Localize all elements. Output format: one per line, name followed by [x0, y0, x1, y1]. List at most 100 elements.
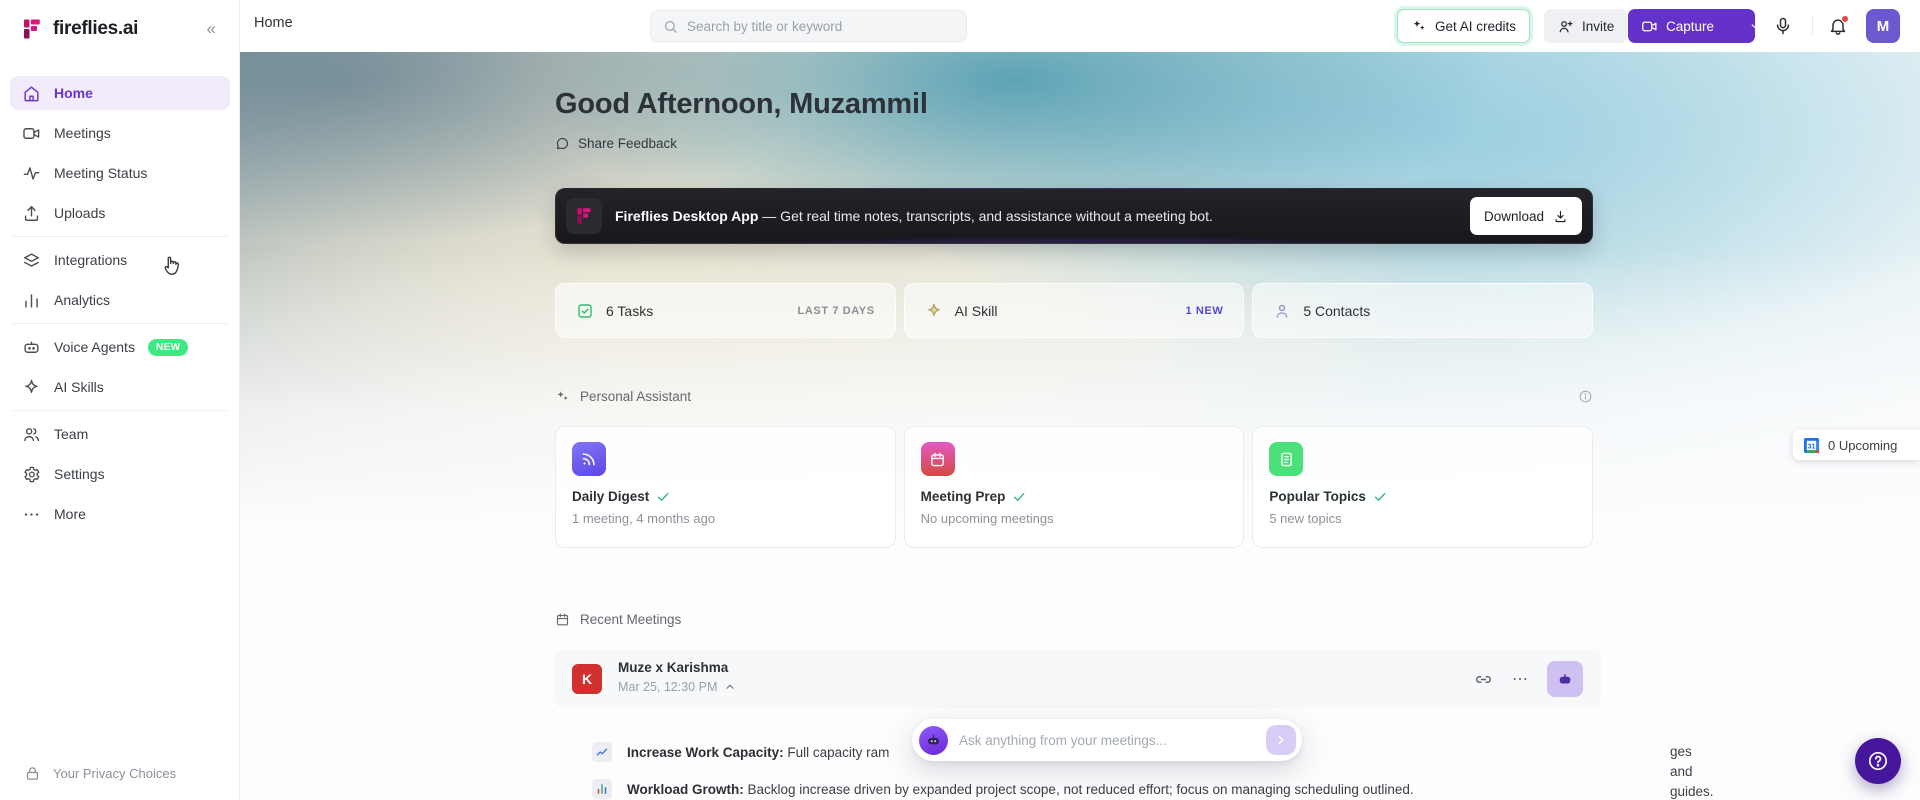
more-options-icon[interactable]	[1511, 670, 1529, 688]
share-feedback-button[interactable]: Share Feedback	[555, 136, 677, 151]
contacts-stat-label: 5 Contacts	[1303, 302, 1371, 319]
meeting-prep-card[interactable]: Meeting Prep No upcoming meetings	[903, 426, 1245, 548]
tasks-stat-label: 6 Tasks	[606, 302, 654, 319]
ai-skill-stat-card[interactable]: AI Skill 1 NEW	[903, 283, 1245, 338]
personal-assistant-header: Personal Assistant	[555, 386, 1593, 406]
download-button[interactable]: Download	[1469, 197, 1582, 235]
upcoming-label: 0 Upcoming	[1828, 437, 1898, 453]
user-avatar[interactable]: M	[1866, 9, 1900, 43]
greeting-heading: Good Afternoon, Muzammil	[555, 88, 928, 120]
search-icon	[663, 19, 678, 34]
banner-title: Fireflies Desktop App	[615, 208, 759, 224]
fireflies-logo-icon	[566, 198, 602, 234]
sidebar-item-integrations[interactable]: Integrations	[10, 243, 230, 277]
layers-icon	[22, 251, 41, 270]
download-label: Download	[1483, 208, 1544, 224]
person-icon	[1273, 302, 1291, 320]
capture-label: Capture	[1666, 18, 1715, 34]
fireflies-logo-icon	[20, 17, 44, 41]
gear-icon	[22, 465, 41, 484]
person-plus-icon	[1557, 18, 1574, 35]
ai-skill-stat-meta: 1 NEW	[1185, 304, 1224, 317]
sidebar-item-team[interactable]: Team	[10, 417, 230, 451]
rss-icon	[572, 442, 606, 476]
main-content: Good Afternoon, Muzammil Share Feedback …	[240, 52, 1920, 800]
upcoming-meetings-tab[interactable]: 31 0 Upcoming	[1793, 430, 1920, 460]
sidebar-collapse-button[interactable]: «	[207, 19, 224, 39]
get-ai-credits-label: Get AI credits	[1435, 18, 1517, 34]
pulse-icon	[22, 164, 41, 183]
get-ai-credits-button[interactable]: Get AI credits	[1397, 9, 1531, 43]
sparkle-icon	[925, 302, 943, 320]
meeting-row[interactable]: K Muze x Karishma Mar 25, 12:30 PM	[555, 650, 1601, 708]
daily-digest-card[interactable]: Daily Digest 1 meeting, 4 months ago	[555, 426, 896, 548]
ask-fred-bar[interactable]	[912, 719, 1302, 761]
bar-chart-icon	[22, 291, 41, 310]
calendar-icon	[920, 442, 955, 476]
sidebar-item-label: Meetings	[54, 125, 111, 141]
notifications-button[interactable]	[1820, 8, 1856, 44]
logo-text: fireflies.ai	[53, 18, 139, 39]
chevron-up-icon[interactable]	[724, 681, 736, 693]
nav-divider	[12, 410, 228, 411]
info-icon[interactable]	[1578, 389, 1593, 404]
sparkles-icon	[1411, 18, 1427, 34]
topbar-divider	[1812, 16, 1813, 36]
ellipsis-icon	[22, 505, 41, 524]
sidebar-item-analytics[interactable]: Analytics	[10, 283, 230, 317]
copy-link-icon[interactable]	[1474, 670, 1493, 689]
sidebar-item-meeting-status[interactable]: Meeting Status	[10, 156, 230, 190]
search-bar[interactable]	[650, 10, 967, 42]
personal-assistant-cards: Daily Digest 1 meeting, 4 months ago Mee…	[555, 426, 1593, 548]
breadcrumb-page-title: Home	[254, 15, 293, 31]
help-button[interactable]	[1855, 738, 1901, 784]
note-text-continued: ges and guides.	[1670, 744, 1714, 799]
sidebar-item-home[interactable]: Home	[10, 76, 230, 110]
sidebar-nav: Home Meetings Meeting Status Uploads Int…	[10, 76, 230, 537]
sidebar-item-label: Home	[54, 85, 93, 101]
privacy-choices-link[interactable]: Your Privacy Choices	[24, 765, 176, 782]
meeting-actions	[1474, 661, 1583, 697]
line-chart-icon	[592, 742, 612, 762]
microphone-button[interactable]	[1765, 8, 1801, 44]
daily-digest-title: Daily Digest	[572, 489, 650, 504]
chat-bubble-icon	[555, 136, 570, 151]
sidebar-item-label: Voice Agents	[54, 339, 135, 355]
popular-topics-title: Popular Topics	[1269, 489, 1366, 504]
note-text: Workload Growth: Backlog increase driven…	[627, 781, 1414, 797]
ai-skill-stat-label: AI Skill	[954, 302, 998, 319]
capture-button[interactable]: Capture	[1628, 9, 1760, 43]
notification-dot	[1841, 15, 1849, 23]
video-camera-icon	[22, 124, 41, 143]
invite-button[interactable]: Invite	[1544, 9, 1628, 43]
invite-label: Invite	[1582, 18, 1615, 34]
note-text: Increase Work Capacity: Full capacity ra…	[627, 744, 890, 760]
recent-meetings-title: Recent Meetings	[580, 612, 682, 627]
sparkle-icon	[22, 378, 41, 397]
sidebar-item-ai-skills[interactable]: AI Skills	[10, 370, 230, 404]
robot-icon	[22, 338, 41, 357]
banner-message: Fireflies Desktop App — Get real time no…	[615, 208, 1470, 224]
stats-row: 6 Tasks LAST 7 DAYS AI Skill 1 NEW 5 Con…	[555, 283, 1593, 338]
sidebar-item-more[interactable]: More	[10, 497, 230, 531]
search-input[interactable]	[687, 18, 954, 34]
sidebar-item-uploads[interactable]: Uploads	[10, 196, 230, 230]
sidebar: fireflies.ai « Home Meetings Meeting Sta…	[0, 0, 240, 800]
sidebar-item-voice-agents[interactable]: Voice Agents NEW	[10, 330, 230, 364]
privacy-choices-label: Your Privacy Choices	[53, 766, 177, 781]
sidebar-item-label: AI Skills	[54, 379, 104, 395]
sidebar-item-meetings[interactable]: Meetings	[10, 116, 230, 150]
ask-meetings-input[interactable]	[959, 732, 1266, 748]
meeting-note-row[interactable]: Workload Growth: Backlog increase driven…	[592, 779, 1414, 799]
sidebar-item-settings[interactable]: Settings	[10, 457, 230, 491]
ai-bot-button[interactable]	[1547, 661, 1583, 697]
contacts-stat-card[interactable]: 5 Contacts	[1252, 283, 1593, 338]
tasks-stat-card[interactable]: 6 Tasks LAST 7 DAYS	[555, 283, 896, 338]
meeting-note-row[interactable]: Increase Work Capacity: Full capacity ra…	[592, 742, 1714, 799]
send-icon[interactable]	[1266, 725, 1296, 755]
home-icon	[22, 84, 41, 103]
check-icon	[1012, 490, 1026, 504]
banner-subtitle: — Get real time notes, transcripts, and …	[762, 208, 1213, 224]
sidebar-item-label: More	[54, 506, 86, 522]
popular-topics-card[interactable]: Popular Topics 5 new topics	[1252, 426, 1593, 548]
